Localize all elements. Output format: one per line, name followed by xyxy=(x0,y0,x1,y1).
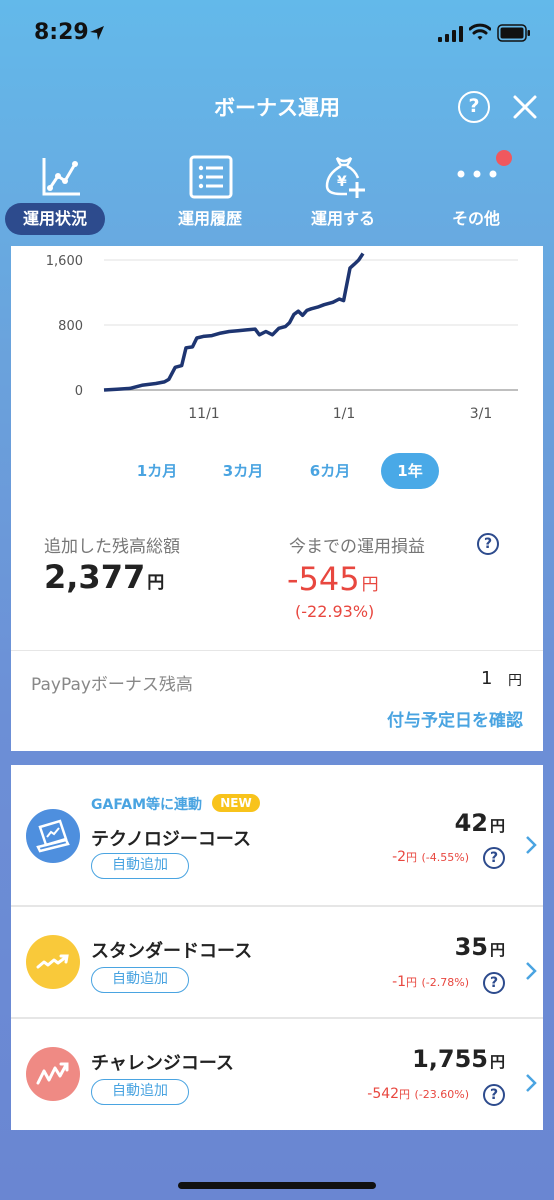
bonus-balance-amount: 1 xyxy=(481,668,493,689)
line-chart-icon xyxy=(42,158,80,196)
status-bar: 8:29 xyxy=(0,0,554,66)
course-change-number: -2 xyxy=(392,849,407,865)
range-6month-button[interactable]: 6カ月 xyxy=(300,453,360,489)
course-value: 42 円 xyxy=(455,809,505,837)
profit-percent: (-22.93%) xyxy=(295,602,375,621)
course-value: 35 円 xyxy=(455,933,505,961)
list-icon xyxy=(189,155,233,199)
course-name: チャレンジコース xyxy=(91,1053,234,1074)
y-tick-label: 800 xyxy=(58,319,83,334)
course-change-unit: 円 xyxy=(399,1088,411,1101)
course-change: -2円 (-4.55%) xyxy=(392,849,469,865)
course-name: テクノロジーコース xyxy=(91,829,252,850)
added-balance-value: 2,377 円 xyxy=(44,558,164,596)
svg-text:¥: ¥ xyxy=(337,174,347,190)
summary-card: 1,600 800 0 11/1 1/1 3/1 1カ月 3カ月 6カ月 1年 追加した残… xyxy=(11,246,543,751)
course-change-percent: (-4.55%) xyxy=(421,851,470,864)
trend-up-icon xyxy=(26,935,80,989)
course-change-percent: (-2.78%) xyxy=(421,976,470,989)
course-change-unit: 円 xyxy=(406,851,418,864)
course-value: 1,755 円 xyxy=(412,1045,505,1073)
added-balance-unit: 円 xyxy=(147,573,165,593)
profit-label: 今までの運用損益 xyxy=(289,537,425,557)
chevron-right-icon xyxy=(526,962,537,980)
course-name: スタンダードコース xyxy=(91,941,253,962)
x-tick-label: 1/1 xyxy=(333,406,356,422)
profit-help-icon[interactable]: ? xyxy=(477,533,499,555)
notification-badge xyxy=(496,150,512,166)
tab-status-label: 運用状況 xyxy=(5,203,105,235)
course-change-percent: (-23.60%) xyxy=(414,1088,470,1101)
money-bag-plus-icon: ¥ xyxy=(325,157,365,198)
course-row-technology[interactable]: GAFAM等に連動 NEW テクノロジーコース 自動追加 42 円 -2円 (-4… xyxy=(11,765,543,879)
range-3month-button[interactable]: 3カ月 xyxy=(213,453,273,489)
course-value-unit: 円 xyxy=(489,941,505,959)
auto-add-button[interactable]: 自動追加 xyxy=(91,967,189,993)
divider xyxy=(11,650,543,651)
course-change: -1円 (-2.78%) xyxy=(392,974,469,990)
tab-other[interactable]: その他 xyxy=(416,150,536,240)
added-balance-label: 追加した残高総額 xyxy=(44,537,180,557)
chevron-right-icon xyxy=(526,836,537,854)
y-tick-label: 1,600 xyxy=(46,254,83,269)
added-balance-number: 2,377 xyxy=(44,558,146,596)
course-help-icon[interactable]: ? xyxy=(483,972,505,994)
course-tag: GAFAM等に連動 xyxy=(91,797,203,813)
chevron-right-icon xyxy=(526,1074,537,1092)
close-button[interactable] xyxy=(510,92,540,122)
course-change-number: -542 xyxy=(367,1086,400,1102)
balance-line-chart: 1,600 800 0 11/1 1/1 3/1 xyxy=(46,252,518,422)
course-row-challenge[interactable]: チャレンジコース 自動追加 1,755 円 -542円 (-23.60%) ? xyxy=(11,1019,543,1131)
y-tick-label: 0 xyxy=(75,384,83,399)
cellular-signal-icon xyxy=(438,26,463,42)
auto-add-button[interactable]: 自動追加 xyxy=(91,853,189,879)
laptop-chart-icon xyxy=(26,809,80,863)
tab-invest[interactable]: ¥ 運用する xyxy=(283,150,403,240)
more-dots-icon xyxy=(457,170,497,178)
range-1year-button[interactable]: 1年 xyxy=(381,453,439,489)
course-change-number: -1 xyxy=(392,974,407,990)
tab-history[interactable]: 運用履歴 xyxy=(150,150,270,240)
course-value-unit: 円 xyxy=(489,1053,505,1071)
wifi-icon xyxy=(469,23,491,40)
course-row-standard[interactable]: スタンダードコース 自動追加 35 円 -1円 (-2.78%) ? xyxy=(11,907,543,1019)
x-tick-label: 3/1 xyxy=(470,406,493,422)
battery-icon xyxy=(497,24,530,42)
auto-add-button[interactable]: 自動追加 xyxy=(91,1079,189,1105)
status-time: 8:29 xyxy=(34,20,89,45)
profit-value: -545 円 xyxy=(287,560,379,598)
bonus-balance-label: PayPayボーナス残高 xyxy=(31,675,193,695)
new-badge: NEW xyxy=(212,794,260,812)
tab-history-label: 運用履歴 xyxy=(177,209,242,228)
course-change-unit: 円 xyxy=(406,976,418,989)
course-value-number: 1,755 xyxy=(412,1045,488,1073)
course-help-icon[interactable]: ? xyxy=(483,1084,505,1106)
course-help-icon[interactable]: ? xyxy=(483,847,505,869)
course-value-number: 42 xyxy=(454,809,488,837)
confirm-grant-date-link[interactable]: 付与予定日を確認 xyxy=(387,706,523,731)
course-value-number: 35 xyxy=(454,933,488,961)
tab-invest-label: 運用する xyxy=(310,209,375,228)
home-indicator xyxy=(178,1182,376,1189)
bonus-balance-unit: 円 xyxy=(508,673,522,689)
location-arrow-icon xyxy=(90,26,104,40)
zigzag-up-icon xyxy=(26,1047,80,1101)
x-tick-label: 11/1 xyxy=(188,406,219,422)
range-1month-button[interactable]: 1カ月 xyxy=(127,453,187,489)
course-value-unit: 円 xyxy=(489,817,505,835)
chart-series-line xyxy=(103,252,365,392)
profit-unit: 円 xyxy=(361,575,379,595)
course-change: -542円 (-23.60%) xyxy=(367,1086,469,1102)
courses-card: GAFAM等に連動 NEW テクノロジーコース 自動追加 42 円 -2円 (-4… xyxy=(11,765,543,1130)
tab-other-label: その他 xyxy=(451,209,500,228)
help-button[interactable]: ? xyxy=(458,91,490,123)
profit-number: -545 xyxy=(287,560,360,598)
tab-status[interactable]: 運用状況 xyxy=(0,150,120,240)
